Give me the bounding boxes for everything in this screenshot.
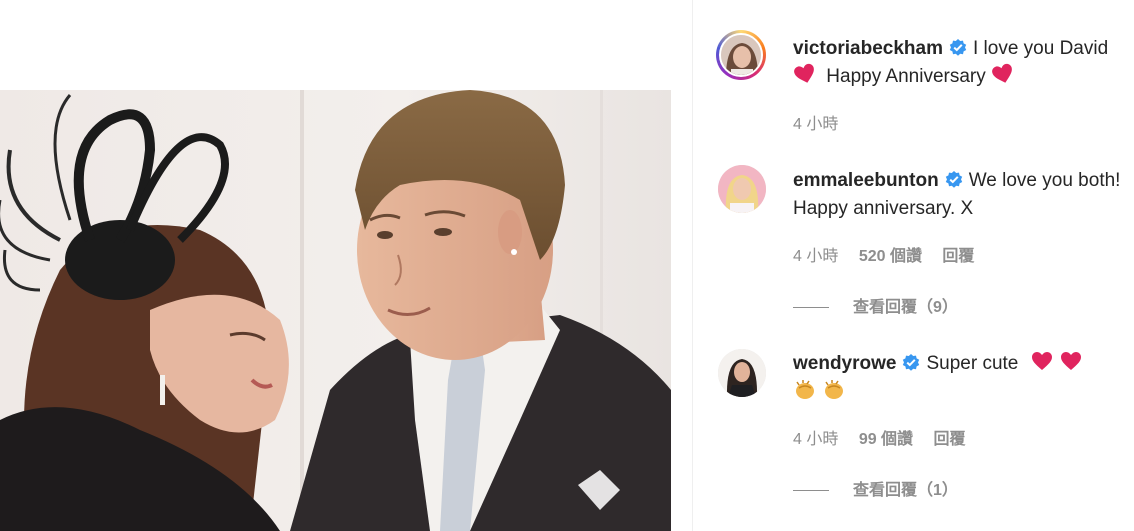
username-link[interactable]: victoriabeckham	[793, 38, 943, 59]
comment-meta: 4 小時 99 個讚 回覆	[793, 425, 982, 449]
view-replies-button[interactable]: 查看回覆（1）	[793, 476, 958, 500]
red-heart-icon	[1060, 352, 1081, 370]
view-replies-label: 查看回覆（9）	[853, 299, 958, 316]
two-hearts-icon	[794, 63, 814, 83]
comment-time[interactable]: 4 小時	[793, 248, 838, 265]
reply-button[interactable]: 回覆	[934, 431, 966, 448]
comment-text: I love you David	[972, 38, 1109, 59]
like-count[interactable]: 99 個讚	[859, 431, 913, 448]
red-heart-icon	[1031, 352, 1052, 370]
comment-text-2: Happy Anniversary	[826, 66, 986, 87]
comment-body: emmaleebunton We love you both! Happy ann…	[793, 167, 1133, 223]
avatar-image	[718, 349, 766, 397]
reply-button[interactable]: 回覆	[942, 248, 974, 265]
post-media[interactable]	[0, 0, 693, 531]
replies-divider	[793, 490, 829, 492]
avatar-emmaleebunton[interactable]	[718, 165, 766, 213]
avatar-victoriabeckham[interactable]	[716, 30, 766, 80]
clapping-hands-icon	[796, 380, 814, 399]
comment-body: victoriabeckham I love you David Happy An…	[793, 35, 1133, 91]
view-replies-button[interactable]: 查看回覆（9）	[793, 293, 958, 317]
comment-meta: 4 小時	[793, 110, 854, 134]
username-link[interactable]: emmaleebunton	[793, 170, 939, 191]
clapping-hands-icon	[825, 380, 844, 399]
comment-time[interactable]: 4 小時	[793, 431, 838, 448]
verified-badge-icon	[945, 171, 962, 188]
post-photo[interactable]	[0, 90, 671, 531]
comments-panel: victoriabeckham I love you David Happy An…	[694, 0, 1134, 531]
avatar-wendyrowe[interactable]	[718, 349, 766, 397]
like-count[interactable]: 520 個讚	[859, 248, 922, 265]
replies-divider	[793, 307, 829, 309]
couple-photo	[0, 90, 671, 531]
comment-body: wendyrowe Super cute	[793, 350, 1133, 408]
comment-meta: 4 小時 520 個讚 回覆	[793, 242, 990, 266]
verified-badge-icon	[949, 39, 967, 56]
verified-badge-icon	[903, 354, 920, 371]
view-replies-label: 查看回覆（1）	[853, 482, 958, 499]
comment-text: Super cute	[926, 353, 1019, 374]
username-link[interactable]: wendyrowe	[793, 353, 896, 374]
two-hearts-icon	[992, 63, 1012, 83]
comment-time[interactable]: 4 小時	[793, 116, 838, 133]
avatar-image	[721, 35, 761, 75]
avatar-image	[718, 165, 766, 213]
